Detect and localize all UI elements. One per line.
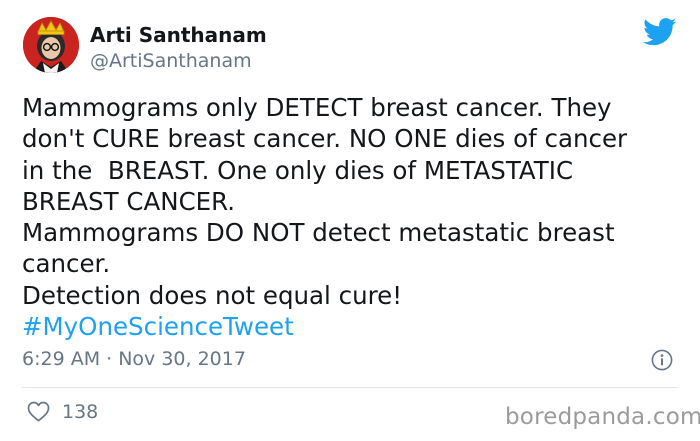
tweet-text-line: don't CURE breast cancer. NO ONE dies of… [22,124,628,154]
tweet-text-line: in the BREAST. One only dies of METASTAT… [22,155,574,185]
like-count: 138 [62,401,99,423]
heart-icon[interactable] [27,401,50,422]
info-icon[interactable] [651,349,673,371]
tweet-text: Mammograms only DETECT breast cancer. Th… [22,92,687,342]
display-name[interactable]: Arti Santhanam [90,22,267,48]
tweet-text-line: cancer. [22,249,111,279]
watermark: boredpanda.com [505,404,700,430]
hashtag-link[interactable]: #MyOneScienceTweet [22,311,687,342]
tweet-card: Arti Santhanam @ArtiSanthanam Mammograms… [0,0,700,441]
avatar[interactable] [23,17,79,73]
tweet-text-line: BREAST CANCER. [22,186,236,216]
tweet-text-line: Detection does not equal cure! [22,280,403,310]
avatar-portrait-icon [23,17,79,73]
tweet-timestamp[interactable]: 6:29 AM · Nov 30, 2017 [22,347,246,371]
divider [22,387,678,388]
tweet-text-line: Mammograms only DETECT breast cancer. Th… [22,93,612,122]
twitter-bird-icon[interactable] [643,18,677,46]
tweet-text-line: Mammograms DO NOT detect metastatic brea… [22,218,615,248]
user-handle[interactable]: @ArtiSanthanam [90,49,252,73]
